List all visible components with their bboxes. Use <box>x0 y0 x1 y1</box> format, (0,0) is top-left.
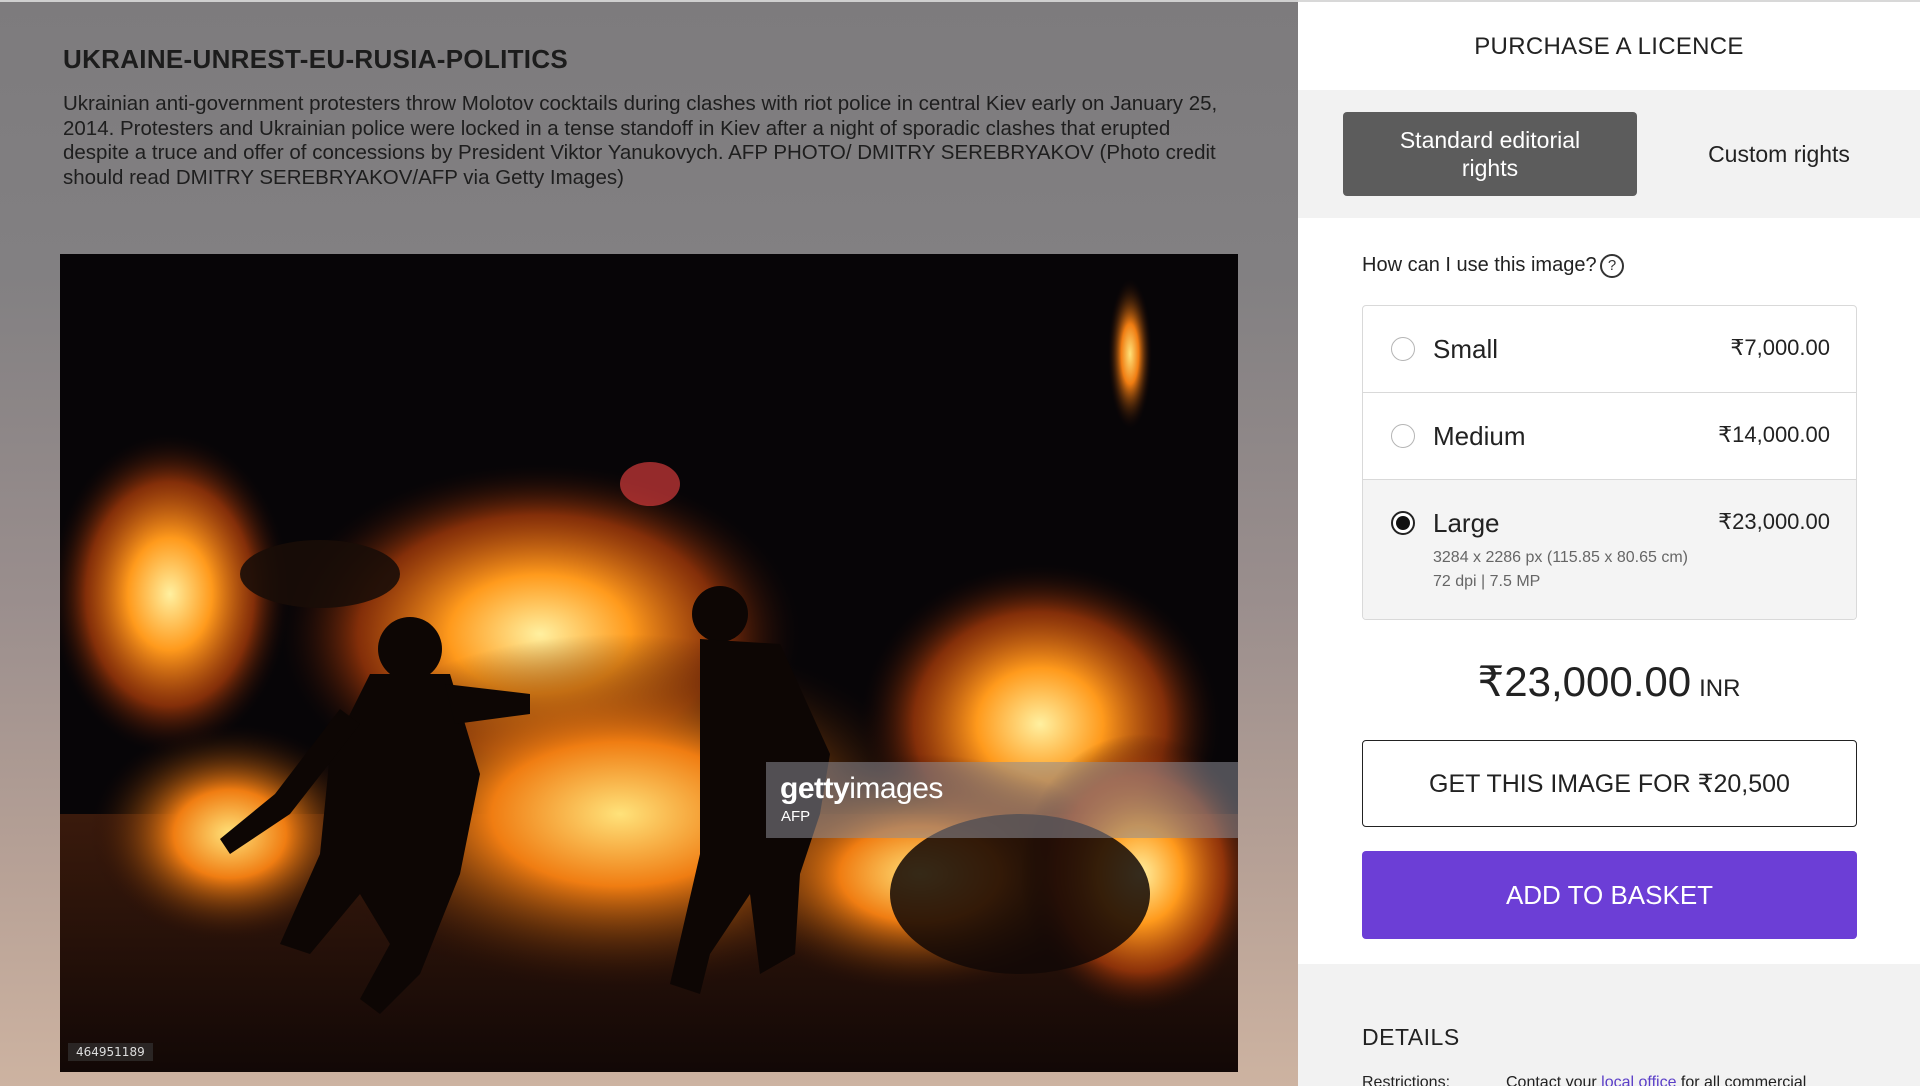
watermark-agency: AFP <box>781 808 811 825</box>
tab-label: Standard editorial rights <box>1399 127 1581 181</box>
purchase-panel: PURCHASE A LICENCE Standard editorial ri… <box>1298 0 1920 1086</box>
total-price: ₹23,000.00 INR <box>1298 657 1920 706</box>
radio-large[interactable] <box>1391 511 1415 535</box>
size-name: Small <box>1433 334 1499 364</box>
size-option-small[interactable]: Small ₹7,000.00 <box>1363 306 1856 393</box>
details-section: DETAILS Restrictions: Contact your local… <box>1298 964 1920 1086</box>
local-office-link[interactable]: local office <box>1601 1074 1676 1086</box>
size-price: ₹23,000.00 <box>1718 509 1830 534</box>
restrictions-prefix: Contact your <box>1506 1074 1602 1086</box>
size-dimensions: 3284 x 2286 px (115.85 x 80.65 cm) <box>1433 549 1688 566</box>
get-this-image-button[interactable]: GET THIS IMAGE FOR ₹20,500 <box>1362 740 1857 827</box>
size-name: Medium <box>1433 421 1526 451</box>
details-heading: DETAILS <box>1362 1024 1460 1050</box>
photo-image[interactable]: gettyimages AFP 464951189 <box>60 254 1238 1072</box>
getty-watermark: gettyimages AFP <box>766 762 1238 838</box>
size-name: Large <box>1433 508 1500 538</box>
radio-small[interactable] <box>1391 337 1415 361</box>
usage-question: How can I use this image? <box>1362 254 1597 276</box>
size-resolution: 72 dpi | 7.5 MP <box>1433 573 1541 590</box>
size-option-large[interactable]: Large ₹23,000.00 3284 x 2286 px (115.85 … <box>1363 480 1856 619</box>
total-currency: INR <box>1699 675 1741 702</box>
restrictions-suffix: for all commercial <box>1676 1074 1807 1086</box>
restrictions-text: Contact your local office for all commer… <box>1506 1074 1806 1086</box>
size-price: ₹7,000.00 <box>1730 335 1830 360</box>
help-icon[interactable]: ? <box>1600 254 1624 278</box>
total-amount: ₹23,000.00 <box>1477 658 1692 705</box>
radio-medium[interactable] <box>1391 424 1415 448</box>
image-id-badge: 464951189 <box>68 1043 153 1061</box>
size-options: Small ₹7,000.00 Medium ₹14,000.00 Large … <box>1362 305 1857 620</box>
watermark-logo: gettyimages <box>780 772 943 805</box>
restrictions-label: Restrictions: <box>1362 1074 1451 1086</box>
photo-title: UKRAINE-UNREST-EU-RUSIA-POLITICS <box>63 44 569 74</box>
rights-tabs: Standard editorial rights Custom rights <box>1298 90 1920 218</box>
tab-standard-editorial-rights[interactable]: Standard editorial rights <box>1343 112 1637 196</box>
photo-panel: UKRAINE-UNREST-EU-RUSIA-POLITICS Ukraini… <box>0 0 1298 1086</box>
tab-label: Custom rights <box>1708 141 1850 167</box>
tab-custom-rights[interactable]: Custom rights <box>1632 112 1920 196</box>
size-option-medium[interactable]: Medium ₹14,000.00 <box>1363 393 1856 480</box>
photo-illustration <box>60 254 1238 1072</box>
size-price: ₹14,000.00 <box>1718 422 1830 447</box>
add-to-basket-button[interactable]: ADD TO BASKET <box>1362 851 1857 939</box>
purchase-licence-heading: PURCHASE A LICENCE <box>1474 33 1744 60</box>
photo-caption: Ukrainian anti-government protesters thr… <box>63 92 1218 189</box>
